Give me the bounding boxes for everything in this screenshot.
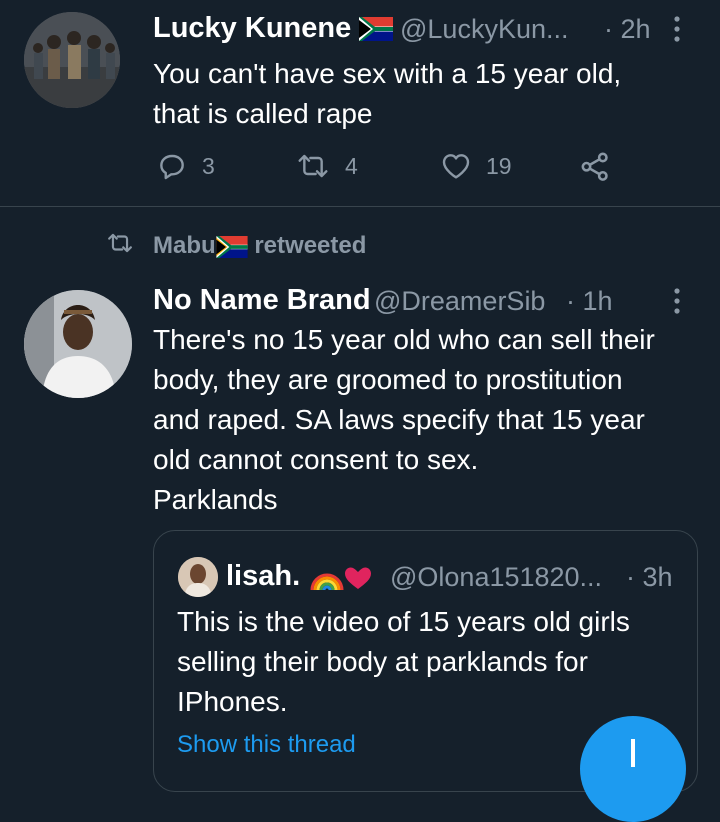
- tweet-text-line: and raped. SA laws specify that 15 year: [153, 404, 645, 435]
- avatar-photo: [24, 12, 120, 108]
- quoted-text-line: selling their body at parklands for: [177, 646, 588, 677]
- more-options-icon[interactable]: [672, 286, 682, 317]
- tweet-text-line: that is called rape: [153, 98, 373, 129]
- author-handle[interactable]: @DreamerSib: [374, 286, 545, 317]
- quoted-time[interactable]: · 3h: [626, 562, 673, 593]
- tweet-text-line: You can't have sex with a 15 year old,: [153, 58, 622, 89]
- tweet-time[interactable]: · 2h: [604, 14, 651, 45]
- compose-tweet-button[interactable]: [580, 716, 686, 822]
- quoted-author[interactable]: lisah.: [226, 560, 372, 593]
- retweet-icon: [298, 154, 328, 178]
- avatar-photo: [24, 290, 132, 398]
- avatar[interactable]: [24, 12, 120, 108]
- plus-icon: [624, 724, 642, 778]
- reply-button[interactable]: 3: [156, 150, 215, 182]
- share-icon: [581, 152, 608, 181]
- quoted-avatar[interactable]: [178, 557, 218, 597]
- more-options-icon[interactable]: [672, 14, 682, 45]
- like-count: 19: [486, 152, 512, 179]
- retweeter-name: Mabu: [153, 232, 216, 259]
- tweet-text-line: Parklands: [153, 484, 278, 515]
- show-thread-link[interactable]: Show this thread: [177, 731, 356, 759]
- divider: [0, 206, 720, 207]
- quoted-text-line: IPhones.: [177, 686, 288, 717]
- south-africa-flag-icon: [359, 17, 394, 42]
- quoted-text: This is the video of 15 years old girls …: [177, 602, 630, 722]
- author-handle[interactable]: @LuckyKun...: [400, 14, 569, 45]
- tweet-text-line: There's no 15 year old who can sell thei…: [153, 324, 655, 355]
- share-button[interactable]: [578, 149, 612, 183]
- south-africa-flag-icon: [216, 235, 248, 258]
- heart-icon: [442, 154, 470, 179]
- quoted-author-name: lisah.: [226, 560, 301, 592]
- tweet-text-line: old cannot consent to sex.: [153, 444, 479, 475]
- tweet-time[interactable]: · 1h: [566, 286, 613, 317]
- avatar-photo: [178, 557, 218, 597]
- tweet-text: There's no 15 year old who can sell thei…: [153, 320, 655, 520]
- retweet-button[interactable]: 4: [295, 150, 358, 182]
- like-button[interactable]: 19: [440, 150, 512, 182]
- reply-icon: [160, 154, 184, 180]
- author-name[interactable]: Lucky Kunene: [153, 12, 394, 45]
- quoted-handle[interactable]: @Olona151820...: [390, 562, 602, 593]
- retweet-suffix: retweeted: [254, 232, 367, 259]
- tweet-text-line: body, they are groomed to prostitution: [153, 364, 623, 395]
- rainbow-heart-icon: [310, 567, 372, 591]
- tweet-text: You can't have sex with a 15 year old, t…: [153, 54, 621, 134]
- author-name[interactable]: No Name Brand: [153, 284, 371, 317]
- avatar[interactable]: [24, 290, 132, 398]
- quoted-text-line: This is the video of 15 years old girls: [177, 606, 630, 637]
- retweet-count: 4: [345, 152, 358, 179]
- retweeted-icon: [104, 230, 136, 261]
- retweet-banner[interactable]: Mabu retweeted: [153, 232, 366, 260]
- reply-count: 3: [202, 152, 215, 179]
- author-name-text: Lucky Kunene: [153, 12, 352, 44]
